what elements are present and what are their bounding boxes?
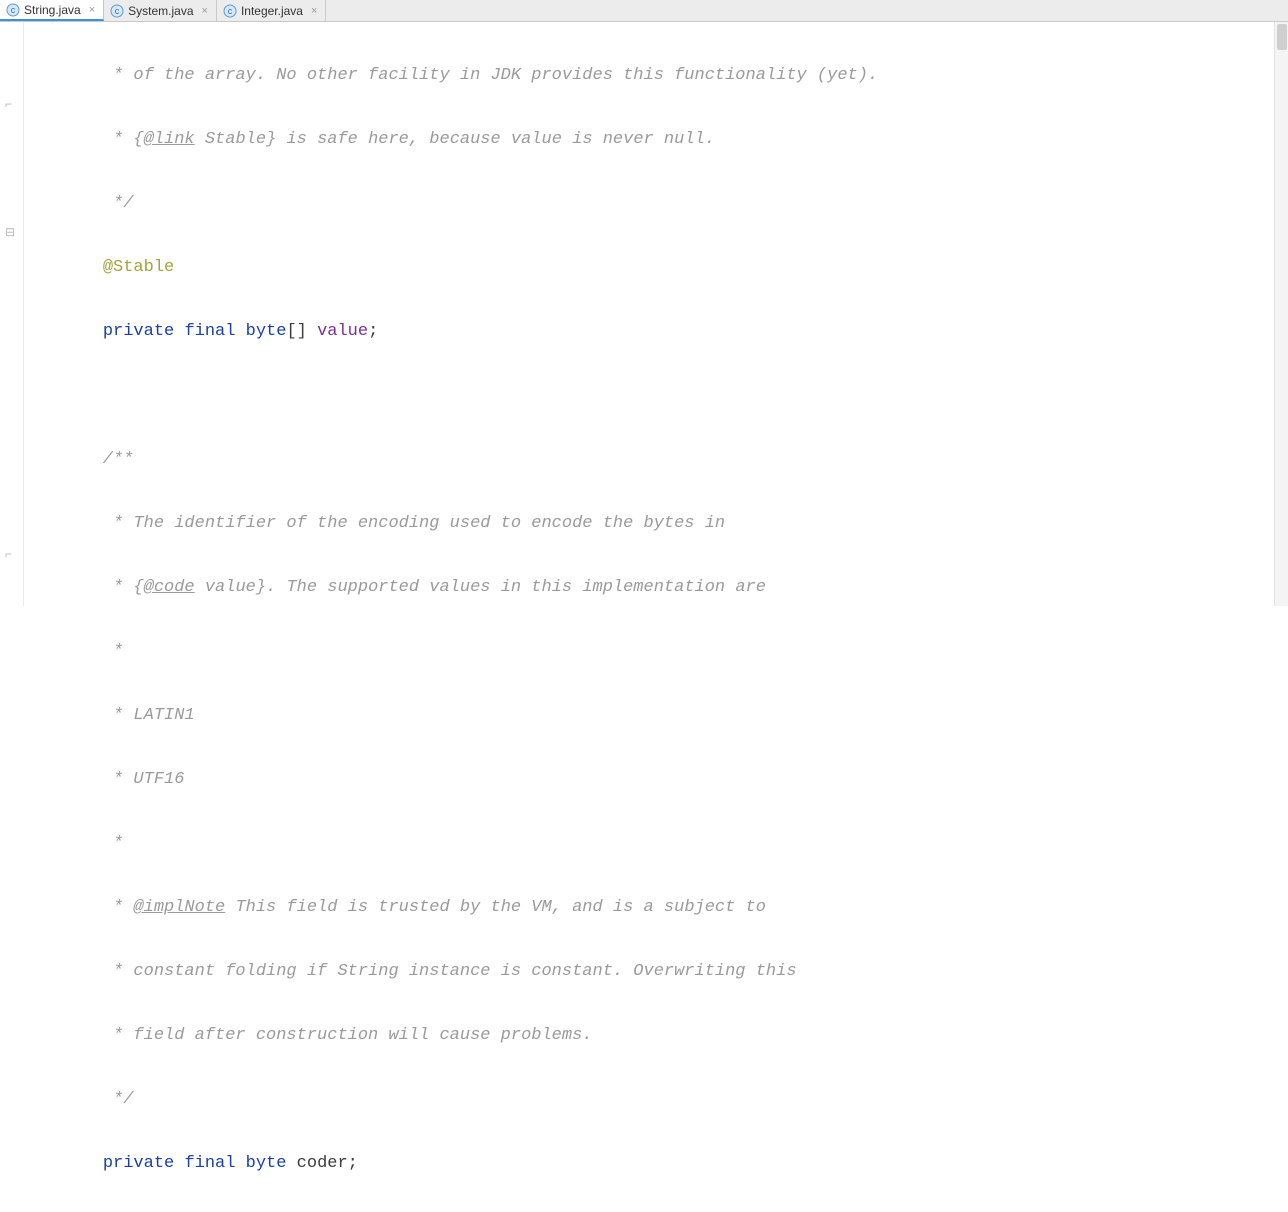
- code-text: * UTF16: [62, 770, 184, 789]
- code-text: *: [62, 834, 123, 853]
- code-text: private: [103, 322, 174, 341]
- java-class-icon: c: [110, 4, 124, 18]
- code-text: * LATIN1: [62, 706, 195, 725]
- vertical-scrollbar[interactable]: [1274, 22, 1288, 606]
- editor-tabs: c String.java × c System.java × c Intege…: [0, 0, 1288, 22]
- code-text: byte: [246, 322, 287, 341]
- code-text: private: [103, 1154, 174, 1173]
- code-text: * field after construction will cause pr…: [62, 1026, 593, 1045]
- fold-start-icon[interactable]: ⊟: [5, 226, 17, 238]
- code-text: * {: [62, 130, 144, 149]
- scrollbar-thumb[interactable]: [1277, 24, 1287, 50]
- tab-label: String.java: [24, 3, 81, 17]
- svg-text:c: c: [228, 6, 233, 16]
- code-text: * {: [62, 578, 144, 597]
- code-text: /**: [62, 450, 133, 469]
- code-text: *: [62, 898, 133, 917]
- code-text: value}. The supported values in this imp…: [195, 578, 766, 597]
- tab-system-java[interactable]: c System.java ×: [104, 0, 217, 21]
- tab-label: System.java: [128, 4, 193, 18]
- code-text: } is safe here, because value is never n…: [266, 130, 715, 149]
- code-text: @Stable: [103, 258, 174, 277]
- code-text: * of the array. No other facility in JDK…: [62, 66, 878, 85]
- code-text: byte: [246, 1154, 287, 1173]
- svg-text:c: c: [11, 5, 16, 15]
- code-text: */: [62, 1090, 133, 1109]
- code-text: final: [184, 1154, 235, 1173]
- code-text: This field is trusted by the VM, and is …: [225, 898, 766, 917]
- tab-label: Integer.java: [241, 4, 303, 18]
- code-text: ;: [368, 322, 378, 341]
- tab-integer-java[interactable]: c Integer.java ×: [217, 0, 326, 21]
- gutter[interactable]: ⌐ ⊟ ⌐: [0, 22, 24, 606]
- code-text: * constant folding if String instance is…: [62, 962, 797, 981]
- code-text: Stable: [195, 130, 266, 149]
- java-class-icon: c: [223, 4, 237, 18]
- close-icon[interactable]: ×: [87, 4, 97, 16]
- java-class-icon: c: [6, 3, 20, 17]
- code-editor[interactable]: * of the array. No other facility in JDK…: [24, 22, 878, 606]
- editor-area: ⌐ ⊟ ⌐ * of the array. No other facility …: [0, 22, 1288, 606]
- code-text: @implNote: [133, 898, 225, 917]
- code-text: coder;: [286, 1154, 357, 1173]
- code-text: []: [286, 322, 317, 341]
- code-text: @link: [144, 130, 195, 149]
- tab-string-java[interactable]: c String.java ×: [0, 0, 104, 21]
- svg-text:c: c: [115, 6, 120, 16]
- fold-end-icon[interactable]: ⌐: [5, 548, 17, 560]
- code-text: value: [317, 322, 368, 341]
- close-icon[interactable]: ×: [200, 5, 210, 17]
- code-text: *: [62, 642, 123, 661]
- code-text: final: [184, 322, 235, 341]
- code-text: */: [62, 194, 133, 213]
- code-text: @code: [144, 578, 195, 597]
- code-text: * The identifier of the encoding used to…: [62, 514, 725, 533]
- fold-end-icon[interactable]: ⌐: [5, 98, 17, 110]
- close-icon[interactable]: ×: [309, 5, 319, 17]
